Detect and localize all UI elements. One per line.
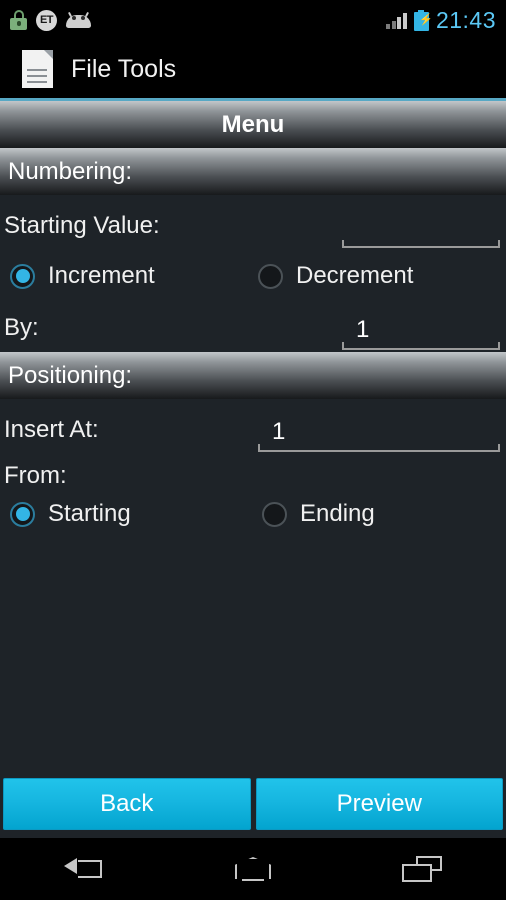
back-button[interactable]: Back — [3, 778, 251, 830]
radio-starting-dot — [10, 501, 35, 527]
row-starting-value: Starting Value: — [0, 200, 506, 252]
row-by: By: 1 — [0, 303, 506, 353]
by-input[interactable]: 1 — [342, 306, 500, 350]
back-icon — [64, 856, 104, 882]
radio-decrement-label: Decrement — [296, 262, 414, 289]
by-label: By: — [4, 314, 39, 341]
radio-increment[interactable]: Increment — [10, 262, 155, 290]
insert-at-label: Insert At: — [4, 416, 99, 443]
action-button-bar: Back Preview — [0, 778, 506, 830]
starting-value-input[interactable] — [342, 204, 500, 248]
preview-button[interactable]: Preview — [255, 778, 503, 830]
app-title: File Tools — [71, 54, 177, 83]
signal-bars-icon — [386, 12, 407, 29]
status-bar-system-icons: ⚡ 21:43 — [386, 7, 496, 34]
radio-decrement[interactable]: Decrement — [258, 262, 413, 290]
status-bar-notification-icons: ET — [10, 9, 91, 31]
radio-ending[interactable]: Ending — [262, 500, 375, 528]
radio-ending-dot — [262, 501, 287, 527]
from-label: From: — [4, 462, 67, 489]
home-icon — [233, 856, 273, 882]
section-header-numbering: Numbering: — [0, 148, 506, 195]
starting-value-label: Starting Value: — [4, 212, 160, 239]
insert-at-input[interactable]: 1 — [258, 408, 500, 452]
battery-charging-icon: ⚡ — [413, 9, 433, 31]
radio-group-direction: Increment Decrement — [0, 254, 506, 298]
app-bar: File Tools — [0, 40, 506, 98]
nav-home-button[interactable] — [169, 856, 338, 882]
radio-group-from: Starting Ending — [0, 492, 506, 536]
radio-starting-label: Starting — [48, 500, 131, 527]
et-icon: ET — [36, 9, 57, 31]
nav-recents-button[interactable] — [337, 856, 506, 882]
row-from: From: — [0, 458, 506, 494]
radio-starting[interactable]: Starting — [10, 500, 131, 528]
status-bar-clock: 21:43 — [435, 6, 496, 33]
status-bar: ET ⚡ 21:43 — [0, 0, 506, 40]
system-navigation-bar — [0, 838, 506, 900]
lock-icon — [10, 10, 27, 30]
radio-increment-label: Increment — [48, 262, 155, 289]
radio-decrement-dot — [258, 263, 283, 289]
insert-at-value-text: 1 — [272, 418, 286, 445]
nav-back-button[interactable] — [0, 856, 169, 882]
android-droid-icon — [66, 11, 91, 28]
section-header-numbering-label: Numbering: — [8, 157, 133, 185]
menu-title-bar: Menu — [0, 101, 506, 148]
row-insert-at: Insert At: 1 — [0, 405, 506, 455]
radio-ending-label: Ending — [300, 500, 375, 527]
document-icon — [22, 50, 53, 88]
menu-title: Menu — [221, 110, 285, 138]
by-value-text: 1 — [356, 316, 370, 343]
recent-apps-icon — [401, 856, 442, 882]
radio-increment-dot — [10, 263, 35, 289]
section-header-positioning-label: Positioning: — [8, 361, 133, 389]
phone-screen: ET ⚡ 21:43 File Tools Menu Numbering: St… — [0, 0, 506, 900]
section-header-positioning: Positioning: — [0, 352, 506, 399]
